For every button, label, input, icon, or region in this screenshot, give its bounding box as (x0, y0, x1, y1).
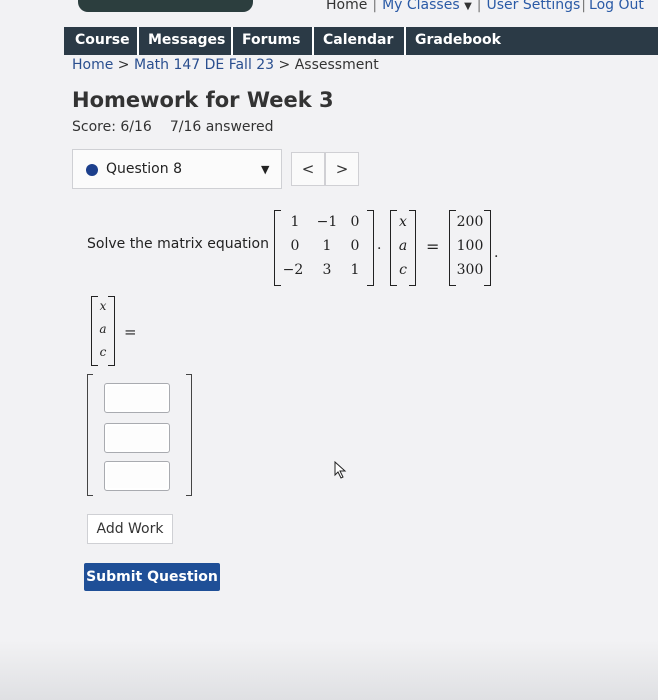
variable-cell: x (399, 214, 407, 230)
dropdown-caret-icon[interactable]: ▼ (464, 1, 472, 12)
matrix-cell: 3 (322, 262, 332, 278)
question-status-dot-icon (86, 164, 98, 176)
score-line: Score: 6/16 7/16 answered (72, 119, 273, 135)
screen: Home | My Classes ▼ | User Settings| Log Out … (0, 0, 658, 700)
tab-gradebook[interactable]: Gradebook (406, 27, 510, 55)
site-logo (78, 0, 253, 12)
matrix-cell: 1 (322, 238, 332, 254)
rhs-vector: 200 100 300 (449, 210, 491, 286)
tab-forums[interactable]: Forums (233, 27, 314, 55)
matrix-cell: −1 (316, 214, 338, 230)
my-classes-link[interactable]: My Classes (382, 0, 460, 13)
screen-edge (0, 640, 658, 700)
equals-sign: = (124, 323, 137, 341)
tab-course[interactable]: Course (66, 27, 139, 55)
top-links: Home | My Classes ▼ | User Settings| Log Out (326, 0, 644, 13)
log-out-link[interactable]: Log Out (589, 0, 644, 13)
dot-operator: · (377, 241, 382, 257)
separator: | (372, 0, 378, 13)
breadcrumb-separator: > (117, 57, 130, 73)
answer-input-c[interactable] (104, 461, 170, 491)
rhs-cell: 200 (456, 214, 484, 230)
page-title: Homework for Week 3 (72, 88, 334, 112)
tab-messages[interactable]: Messages (139, 27, 233, 55)
separator: | (581, 0, 587, 13)
prev-question-button[interactable]: < (291, 152, 325, 186)
variable-vector: x a c (390, 210, 416, 286)
matrix-cell: 1 (350, 262, 360, 278)
rhs-cell: 100 (456, 238, 484, 254)
user-settings-link[interactable]: User Settings (487, 0, 581, 13)
home-link[interactable]: Home (326, 0, 367, 13)
variable-cell: a (99, 322, 107, 336)
answered-count: 7/16 answered (169, 119, 274, 135)
rhs-cell: 300 (456, 262, 484, 278)
add-work-button[interactable]: Add Work (87, 514, 173, 544)
answer-variable-vector: x a c (91, 296, 115, 366)
coefficient-matrix: 1 −1 0 0 1 0 −2 3 1 (274, 210, 374, 286)
matrix-cell: 0 (290, 238, 300, 254)
mouse-cursor-icon (334, 461, 347, 479)
period: . (494, 245, 499, 261)
matrix-cell: 1 (290, 214, 300, 230)
breadcrumb-current: Assessment (294, 57, 379, 73)
matrix-cell: 0 (350, 214, 360, 230)
answer-input-x[interactable] (104, 383, 170, 413)
chevron-down-icon: ▼ (261, 163, 270, 176)
score-text: Score: 6/16 (72, 119, 152, 135)
answer-input-a[interactable] (104, 423, 170, 453)
matrix-cell: −2 (282, 262, 304, 278)
tab-calendar[interactable]: Calendar (314, 27, 406, 55)
matrix-cell: 0 (350, 238, 360, 254)
variable-cell: c (99, 345, 107, 359)
variable-cell: c (399, 262, 407, 278)
submit-question-button[interactable]: Submit Question (84, 563, 220, 591)
question-select[interactable]: Question 8 ▼ (72, 149, 282, 189)
question-select-value: Question 8 (106, 161, 182, 177)
separator: | (476, 0, 482, 13)
next-question-button[interactable]: > (325, 152, 359, 186)
question-prompt: Solve the matrix equation (87, 236, 269, 252)
breadcrumb-separator: > (278, 57, 291, 73)
breadcrumb-course[interactable]: Math 147 DE Fall 23 (134, 57, 274, 73)
breadcrumb-home[interactable]: Home (72, 57, 113, 73)
breadcrumb: Home > Math 147 DE Fall 23 > Assessment (72, 57, 379, 73)
equals-sign: = (426, 237, 440, 256)
variable-cell: a (398, 238, 408, 254)
variable-cell: x (99, 299, 107, 313)
